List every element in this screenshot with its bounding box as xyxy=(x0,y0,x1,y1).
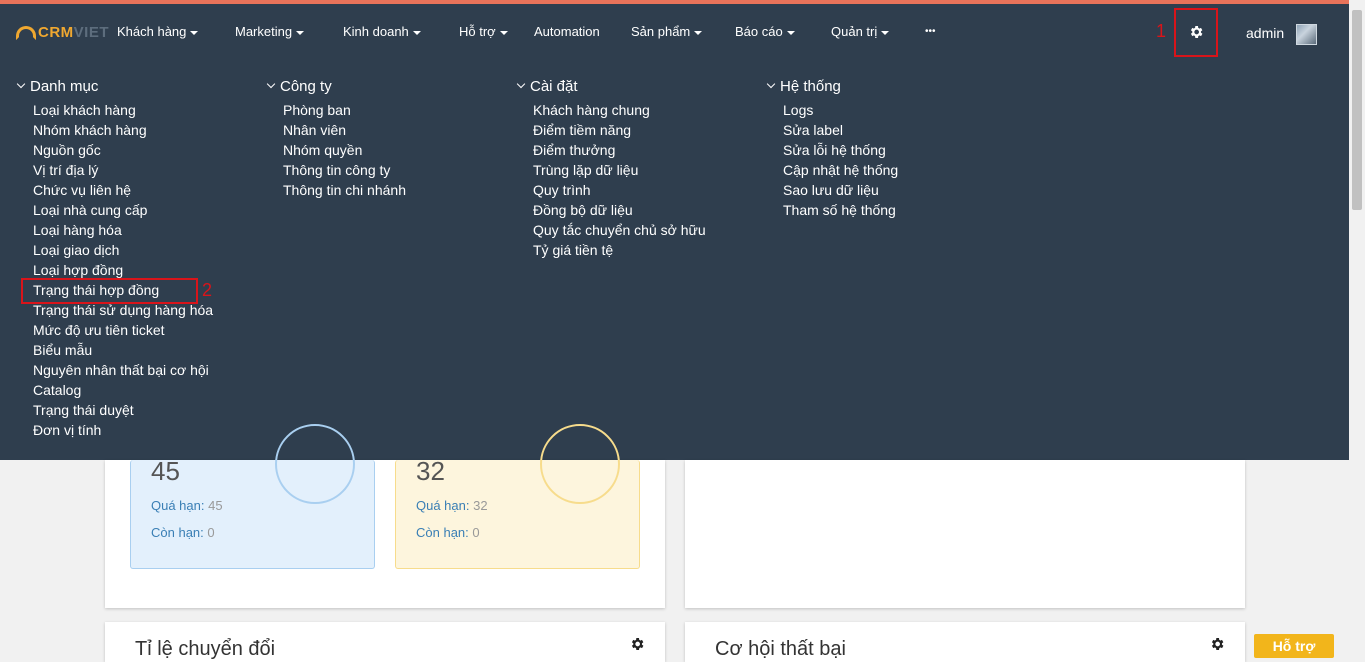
stat-overdue-label: Quá hạn: xyxy=(416,498,470,513)
menu-item[interactable]: Chức vụ liên hệ xyxy=(33,180,213,200)
menu-item[interactable]: Trạng thái duyệt xyxy=(33,400,213,420)
chevron-down-icon xyxy=(766,79,776,89)
stat-number: 45 xyxy=(151,456,180,486)
caret-down-icon xyxy=(190,30,199,35)
gear-icon[interactable] xyxy=(1209,636,1225,652)
stat-circle xyxy=(540,424,620,504)
caret-down-icon xyxy=(786,30,795,35)
menu-item[interactable]: Sửa label xyxy=(783,120,898,140)
avatar[interactable] xyxy=(1296,24,1317,45)
caret-down-icon xyxy=(694,30,703,35)
stat-number: 32 xyxy=(416,456,445,486)
chevron-down-icon xyxy=(266,79,276,89)
menu-item[interactable]: Đồng bộ dữ liệu xyxy=(533,200,706,220)
menu-item[interactable]: Loại hàng hóa xyxy=(33,220,213,240)
user-name[interactable]: admin xyxy=(1246,25,1284,41)
stat-overdue-label: Quá hạn: xyxy=(151,498,205,513)
logo-text-main: CRM xyxy=(38,24,74,41)
scrollbar-thumb[interactable] xyxy=(1352,10,1362,210)
menu-item[interactable]: Vị trí địa lý xyxy=(33,160,213,180)
more-icon: ••• xyxy=(925,26,936,37)
menu-item[interactable]: Nguồn gốc xyxy=(33,140,213,160)
menu-item[interactable]: Thông tin công ty xyxy=(283,160,406,180)
stat-remaining-label: Còn hạn: xyxy=(416,525,469,540)
menu-item[interactable]: Trùng lặp dữ liệu xyxy=(533,160,706,180)
stats-card: 45 Quá hạn: 45 Còn hạn: 0 32 Quá hạn: 32… xyxy=(105,424,665,608)
menu-item[interactable]: Catalog xyxy=(33,380,213,400)
annotation-highlight-contract-status xyxy=(21,278,198,304)
nav-more-button[interactable]: ••• xyxy=(925,26,936,37)
menu-column-header[interactable]: Hệ thống xyxy=(766,76,898,96)
caret-down-icon xyxy=(412,30,421,35)
menu-item[interactable]: Quy trình xyxy=(533,180,706,200)
gear-icon[interactable] xyxy=(629,636,645,652)
caret-down-icon xyxy=(296,30,305,35)
nav-item-kinh-doanh[interactable]: Kinh doanh xyxy=(343,24,421,39)
stat-circle xyxy=(275,424,355,504)
chevron-down-icon xyxy=(516,79,526,89)
stat-box-yellow: 32 Quá hạn: 32 Còn hạn: 0 xyxy=(395,424,640,569)
nav-item-ho-tro[interactable]: Hỗ trợ xyxy=(459,24,508,39)
menu-column-cai-dat: Cài đặt Khách hàng chung Điểm tiềm năng Đi… xyxy=(516,76,706,260)
menu-item[interactable]: Điểm tiềm năng xyxy=(533,120,706,140)
menu-column-header[interactable]: Công ty xyxy=(266,76,406,96)
settings-mega-menu: Danh mục Loại khách hàng Nhóm khách hàng N… xyxy=(0,60,1349,460)
nav-item-quan-tri[interactable]: Quản trị xyxy=(831,24,890,39)
menu-item[interactable]: Nhóm quyền xyxy=(283,140,406,160)
stat-remaining-label: Còn hạn: xyxy=(151,525,204,540)
menu-item[interactable]: Cập nhật hệ thống xyxy=(783,160,898,180)
menu-item[interactable]: Sao lưu dữ liệu xyxy=(783,180,898,200)
chevron-down-icon xyxy=(16,79,26,89)
menu-column-header[interactable]: Danh mục xyxy=(16,76,213,96)
logo-mark-icon xyxy=(16,25,36,40)
menu-item[interactable]: Tham số hệ thống xyxy=(783,200,898,220)
menu-column-header[interactable]: Cài đặt xyxy=(516,76,706,96)
menu-item[interactable]: Biểu mẫu xyxy=(33,340,213,360)
menu-column-danh-muc: Danh mục Loại khách hàng Nhóm khách hàng N… xyxy=(16,76,213,440)
stat-overdue-value: 32 xyxy=(473,498,488,513)
stat-overdue-value: 45 xyxy=(208,498,223,513)
stat-remaining-value: 0 xyxy=(472,525,480,540)
gear-icon[interactable] xyxy=(1188,24,1204,40)
nav-item-automation[interactable]: Automation xyxy=(534,24,600,39)
menu-item[interactable]: Đơn vị tính xyxy=(33,420,213,440)
menu-column-cong-ty: Công ty Phòng ban Nhân viên Nhóm quyền Thôn… xyxy=(266,76,406,200)
menu-item[interactable]: Loại khách hàng xyxy=(33,100,213,120)
support-button[interactable]: Hỗ trợ xyxy=(1254,634,1334,658)
caret-down-icon xyxy=(499,30,508,35)
menu-item[interactable]: Tỷ giá tiền tệ xyxy=(533,240,706,260)
menu-item[interactable]: Phòng ban xyxy=(283,100,406,120)
nav-item-khach-hang[interactable]: Khách hàng xyxy=(117,24,199,39)
menu-item[interactable]: Điểm thưởng xyxy=(533,140,706,160)
menu-item[interactable]: Quy tắc chuyển chủ sở hữu xyxy=(533,220,706,240)
menu-item[interactable]: Loại giao dịch xyxy=(33,240,213,260)
conversion-rate-card: Tỉ lệ chuyển đổi xyxy=(105,622,665,662)
menu-item[interactable]: Nhóm khách hàng xyxy=(33,120,213,140)
logo-text-sub: VIET xyxy=(73,24,110,41)
dashboard-content: 45 Quá hạn: 45 Còn hạn: 0 32 Quá hạn: 32… xyxy=(0,424,1349,662)
menu-item[interactable]: Khách hàng chung xyxy=(533,100,706,120)
top-navbar: CRMVIET Khách hàng Marketing Kinh doanh … xyxy=(0,4,1349,60)
app-logo[interactable]: CRMVIET xyxy=(16,24,109,41)
nav-item-marketing[interactable]: Marketing xyxy=(235,24,305,39)
nav-item-san-pham[interactable]: Sản phẩm xyxy=(631,24,703,39)
menu-item[interactable]: Logs xyxy=(783,100,898,120)
lost-opportunity-card: Cơ hội thất bại xyxy=(685,622,1245,662)
menu-item[interactable]: Mức độ ưu tiên ticket xyxy=(33,320,213,340)
menu-column-he-thong: Hệ thống Logs Sửa label Sửa lỗi hệ thống Cậ… xyxy=(766,76,898,220)
menu-item[interactable]: Loại hợp đồng xyxy=(33,260,213,280)
menu-item[interactable]: Thông tin chi nhánh xyxy=(283,180,406,200)
menu-item[interactable]: Sửa lỗi hệ thống xyxy=(783,140,898,160)
caret-down-icon xyxy=(881,30,890,35)
annotation-step-1: 1 xyxy=(1156,21,1167,41)
annotation-step-2: 2 xyxy=(202,280,213,300)
stat-box-blue: 45 Quá hạn: 45 Còn hạn: 0 xyxy=(130,424,375,569)
menu-item[interactable]: Nguyên nhân thất bại cơ hội xyxy=(33,360,213,380)
stat-remaining-value: 0 xyxy=(207,525,215,540)
nav-item-bao-cao[interactable]: Báo cáo xyxy=(735,24,795,39)
menu-item[interactable]: Nhân viên xyxy=(283,120,406,140)
menu-item[interactable]: Loại nhà cung cấp xyxy=(33,200,213,220)
chart-card-empty xyxy=(685,460,1245,608)
